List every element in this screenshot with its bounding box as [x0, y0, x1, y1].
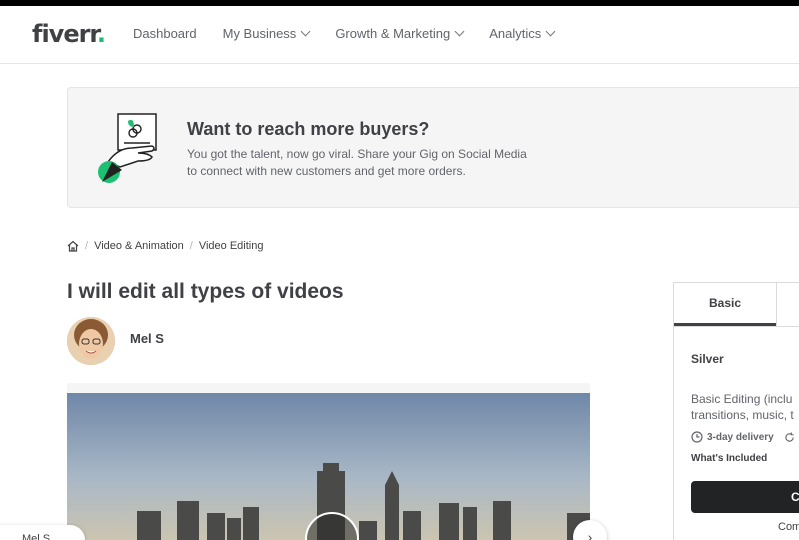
- nav-dashboard[interactable]: Dashboard: [133, 26, 197, 41]
- tab-basic[interactable]: Basic: [674, 283, 776, 326]
- gig-gallery[interactable]: [67, 383, 590, 540]
- home-icon[interactable]: [67, 240, 79, 252]
- seller-chip[interactable]: Mel S: [0, 525, 85, 540]
- seller-name[interactable]: Mel S: [130, 331, 164, 346]
- tab-standard[interactable]: [776, 283, 799, 326]
- breadcrumb: / Video & Animation / Video Editing: [67, 240, 263, 252]
- clock-icon: [691, 431, 703, 443]
- gallery-next-button[interactable]: ›: [573, 520, 607, 540]
- share-gig-illustration: [98, 113, 157, 183]
- compare-packages-link[interactable]: Com: [778, 521, 799, 533]
- nav-my-business[interactable]: My Business: [223, 26, 311, 41]
- fiverr-logo[interactable]: fiverr.: [32, 20, 106, 48]
- site-header: fiverr. Dashboard My Business Growth & M…: [0, 6, 799, 64]
- package-name: Silver: [691, 352, 724, 366]
- gallery-image: [67, 393, 590, 540]
- nav-analytics[interactable]: Analytics: [489, 26, 556, 41]
- whats-included-toggle[interactable]: What's Included: [691, 453, 767, 464]
- chevron-down-icon: [454, 26, 465, 37]
- package-delivery: 3-day delivery: [691, 431, 795, 443]
- seller-overview: Mel S: [67, 317, 164, 365]
- package-description: Basic Editing (inclu transitions, music,…: [691, 392, 794, 422]
- continue-button[interactable]: C: [691, 481, 799, 513]
- package-panel: Basic Silver Basic Editing (inclu transi…: [673, 282, 799, 540]
- chevron-down-icon: [300, 26, 311, 37]
- main-nav: Dashboard My Business Growth & Marketing…: [133, 26, 556, 41]
- promo-text: You got the talent, now go viral. Share …: [187, 147, 527, 178]
- promo-banner: Want to reach more buyers? You got the t…: [67, 87, 799, 208]
- chevron-down-icon: [545, 26, 556, 37]
- promo-title: Want to reach more buyers?: [187, 119, 430, 139]
- chevron-right-icon: ›: [587, 529, 593, 540]
- breadcrumb-video-editing[interactable]: Video Editing: [199, 240, 264, 252]
- gig-title: I will edit all types of videos: [67, 280, 344, 303]
- seller-avatar[interactable]: [67, 317, 115, 365]
- package-tabs: Basic: [674, 283, 799, 327]
- revision-icon: [785, 431, 794, 442]
- breadcrumb-video-animation[interactable]: Video & Animation: [94, 240, 184, 252]
- nav-growth-marketing[interactable]: Growth & Marketing: [335, 26, 465, 41]
